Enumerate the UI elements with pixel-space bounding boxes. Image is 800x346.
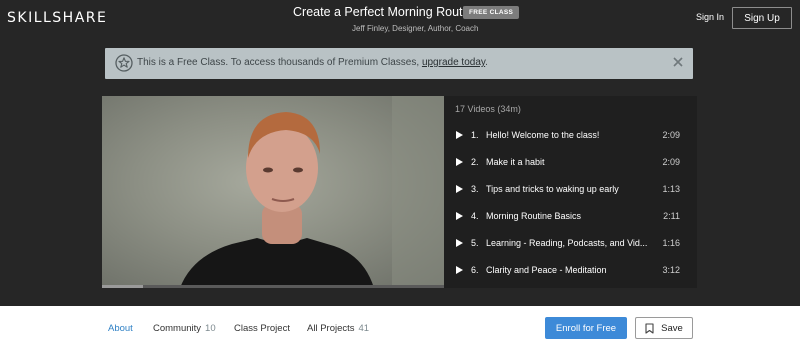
top-header: SKILLSHARE Create a Perfect Morning Rout… [0,0,800,38]
banner-suffix: . [485,57,488,68]
tab-class-project-label: Class Project [234,323,290,334]
video-progress-bar[interactable] [102,285,444,288]
play-icon [456,239,463,247]
lesson-title: Hello! Welcome to the class! [486,130,600,140]
close-icon[interactable] [672,56,684,68]
sign-up-button[interactable]: Sign Up [732,7,792,29]
lesson-duration: 2:09 [662,157,680,167]
playlist-item[interactable]: 3. Tips and tricks to waking up early 1:… [444,176,697,203]
star-icon [115,54,133,72]
community-count: 10 [205,323,216,334]
lesson-number: 3. [471,184,479,194]
lesson-title: Tips and tricks to waking up early [486,184,619,194]
tab-community[interactable]: Community 10 [153,323,216,334]
playlist-header: 17 Videos (34m) [455,104,521,114]
bookmark-icon [645,322,654,334]
lesson-number: 1. [471,130,479,140]
video-frame [180,96,444,288]
lesson-title: Make it a habit [486,157,545,167]
tab-class-project[interactable]: Class Project [234,323,290,334]
lesson-title: Clarity and Peace - Meditation [486,265,607,275]
lesson-duration: 2:09 [662,130,680,140]
save-button[interactable]: Save [635,317,693,339]
lesson-duration: 2:11 [663,211,680,221]
free-class-badge: FREE CLASS [463,6,520,19]
lesson-number: 4. [471,211,479,221]
save-label: Save [661,322,683,334]
teacher-info[interactable]: Jeff Finley, Designer, Author, Coach [352,24,478,33]
tab-all-projects-label: All Projects [307,323,355,334]
lesson-number: 2. [471,157,479,167]
play-icon [456,266,463,274]
video-progress-fill [102,285,144,288]
tab-all-projects[interactable]: All Projects 41 [307,323,369,334]
lesson-duration: 3:12 [662,265,680,275]
course-title: Create a Perfect Morning Routine [293,5,480,19]
tab-about[interactable]: About [108,323,133,334]
banner-message: This is a Free Class. To access thousand… [137,57,488,68]
playlist-item[interactable]: 5. Learning - Reading, Podcasts, and Vid… [444,230,697,257]
playlist-item[interactable]: 4. Morning Routine Basics 2:11 [444,203,697,230]
banner-text: This is a Free Class. To access thousand… [137,57,420,68]
lesson-title: Morning Routine Basics [486,211,582,221]
play-icon [456,212,463,220]
playlist-item[interactable]: 1. Hello! Welcome to the class! 2:09 [444,122,697,149]
sign-in-link[interactable]: Sign In [696,12,724,22]
skillshare-logo[interactable]: SKILLSHARE [7,10,107,26]
free-class-banner: This is a Free Class. To access thousand… [105,48,693,79]
video-player[interactable] [102,96,444,288]
tab-about-label: About [108,323,133,334]
enroll-button[interactable]: Enroll for Free [545,317,627,339]
play-icon [456,131,463,139]
playlist-item[interactable]: 6. Clarity and Peace - Meditation 3:12 [444,257,697,284]
lesson-duration: 1:13 [662,184,680,194]
class-tab-bar: About Community 10 Class Project All Proj… [0,306,800,346]
lesson-duration: 1:16 [662,238,680,248]
lesson-title: Learning - Reading, Podcasts, and Vid... [486,238,648,248]
tab-community-label: Community [153,323,202,334]
lesson-number: 6. [471,265,479,275]
lesson-number: 5. [471,238,479,248]
video-playlist: 17 Videos (34m) 1. Hello! Welcome to the… [444,96,697,288]
play-icon [456,158,463,166]
playlist-item[interactable]: 2. Make it a habit 2:09 [444,149,697,176]
upgrade-link[interactable]: upgrade today [422,57,485,68]
all-projects-count: 41 [358,323,370,334]
play-icon [456,185,463,193]
